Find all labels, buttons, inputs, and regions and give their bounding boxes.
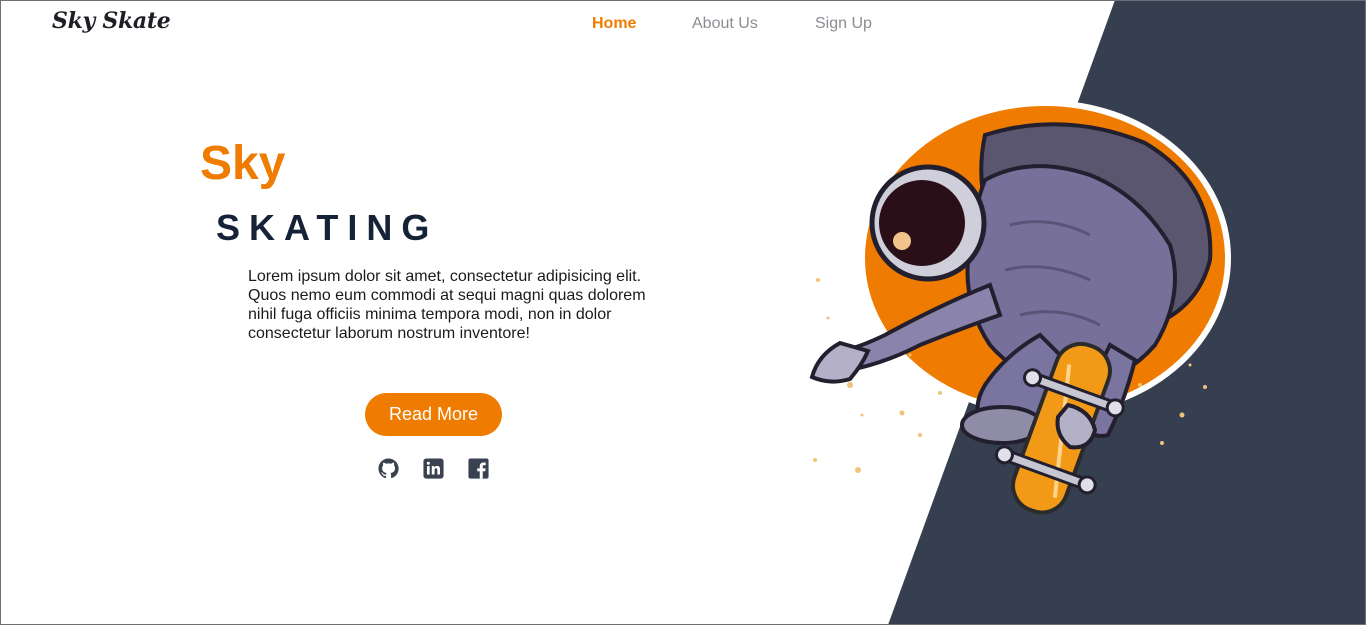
nav-about-us-link[interactable]: About Us — [692, 15, 758, 33]
hero-title-sky: Sky — [200, 137, 286, 190]
nav-sign-up-link[interactable]: Sign Up — [815, 15, 872, 33]
facebook-icon[interactable] — [467, 457, 490, 480]
hero-description: Lorem ipsum dolor sit amet, consectetur … — [248, 268, 646, 342]
astronaut-skater-illustration — [809, 100, 1231, 515]
hero-title-skating: SKATING — [216, 207, 439, 248]
read-more-button[interactable]: Read More — [365, 393, 502, 436]
brand-logo[interactable]: Sky Skate — [52, 8, 171, 34]
social-links — [377, 457, 490, 480]
linkedin-icon[interactable] — [422, 457, 445, 480]
navbar: Sky Skate Home About Us Sign Up — [0, 0, 1366, 50]
nav-home-link[interactable]: Home — [592, 15, 636, 33]
github-icon[interactable] — [377, 457, 400, 480]
